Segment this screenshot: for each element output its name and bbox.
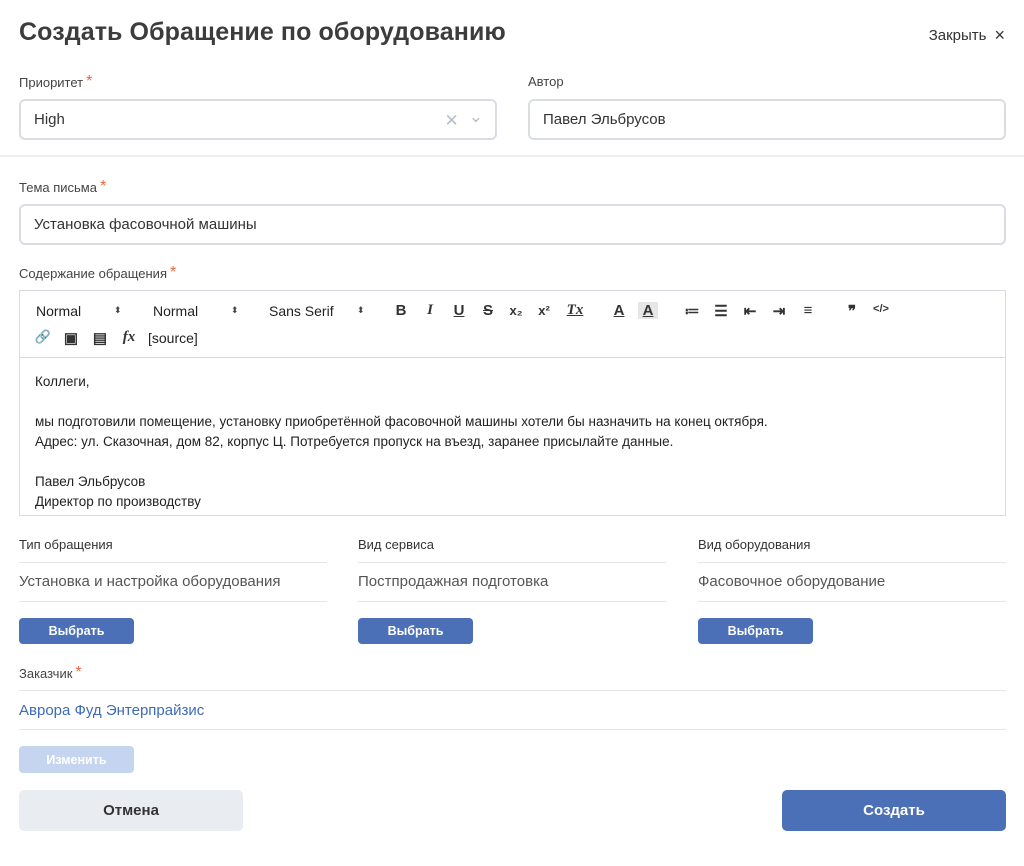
editor-line: Павел Эльбрусов — [35, 474, 146, 489]
align-icon[interactable]: ≡ — [798, 302, 818, 319]
superscript-button[interactable]: x² — [534, 303, 554, 318]
bold-button[interactable]: B — [391, 302, 411, 319]
chevron-down-icon[interactable]: ⌄ — [469, 107, 483, 127]
priority-value: High — [34, 111, 65, 128]
font-dropdown[interactable]: Sans Serif ⬍ — [269, 303, 369, 319]
dialog-title: Создать Обращение по оборудованию — [19, 18, 506, 46]
dropdown-arrow-icon: ⬍ — [114, 305, 122, 315]
author-label: Автор — [528, 74, 564, 89]
indent-icon[interactable]: ⇥ — [769, 302, 789, 320]
request-type-label: Тип обращения — [19, 537, 113, 552]
cancel-button[interactable]: Отмена — [19, 790, 243, 831]
source-button[interactable]: [source] — [148, 330, 198, 346]
divider — [358, 562, 666, 563]
size-dropdown[interactable]: Normal ⬍ — [36, 303, 132, 319]
background-color-icon[interactable]: A — [638, 302, 658, 319]
divider — [698, 601, 1006, 602]
divider — [19, 729, 1006, 730]
subscript-button[interactable]: x₂ — [506, 303, 526, 318]
blockquote-icon[interactable]: ❞ — [842, 302, 862, 320]
required-mark: * — [99, 178, 107, 195]
select-request-type-button[interactable]: Выбрать — [19, 618, 134, 644]
priority-label: Приоритет * — [19, 73, 93, 90]
divider — [19, 601, 327, 602]
required-mark: * — [86, 73, 93, 90]
editor-line: мы подготовили помещение, установку прио… — [35, 414, 768, 429]
divider — [19, 562, 327, 563]
customer-label: Заказчик * — [19, 664, 82, 681]
clean-format-icon[interactable]: Tx — [565, 302, 585, 319]
divider — [19, 690, 1006, 691]
author-value: Павел Эльбрусов — [543, 111, 666, 128]
request-type-value: Установка и настройка оборудования — [19, 573, 281, 590]
required-mark: * — [75, 664, 82, 681]
close-icon: × — [994, 25, 1005, 45]
customer-link[interactable]: Аврора Фуд Энтерпрайзис — [19, 702, 204, 719]
bullet-list-icon[interactable]: ☰ — [711, 302, 731, 320]
service-type-label: Вид сервиса — [358, 537, 434, 552]
editor-line: Адрес: ул. Сказочная, дом 82, корпус Ц. … — [35, 434, 674, 449]
rich-text-editor[interactable]: Normal ⬍ Normal ⬍ Sans Serif ⬍ B I U S x… — [19, 290, 1006, 516]
text-color-icon[interactable]: A — [609, 302, 629, 319]
dropdown-arrow-icon: ⬍ — [231, 305, 239, 315]
subject-label: Тема письма * — [19, 178, 107, 195]
code-icon[interactable]: </> — [871, 303, 891, 315]
close-button[interactable]: Закрыть × — [929, 26, 1005, 44]
underline-button[interactable]: U — [449, 302, 469, 319]
italic-button[interactable]: I — [420, 302, 440, 319]
strike-button[interactable]: S — [478, 302, 498, 319]
priority-select[interactable]: High ✕ ⌄ — [19, 99, 497, 140]
editor-content[interactable]: Коллеги, мы подготовили помещение, устано… — [20, 358, 1005, 526]
editor-line — [35, 452, 990, 472]
close-label: Закрыть — [928, 26, 987, 44]
change-customer-button[interactable]: Изменить — [19, 746, 134, 773]
divider — [698, 562, 1006, 563]
create-button[interactable]: Создать — [782, 790, 1006, 831]
font-value: Sans Serif — [269, 303, 334, 319]
service-type-value: Постпродажная подготовка — [358, 573, 549, 590]
dropdown-arrow-icon: ⬍ — [357, 305, 365, 315]
section-divider — [0, 155, 1024, 157]
formula-icon[interactable]: fx — [119, 329, 139, 346]
size-value: Normal — [36, 303, 82, 319]
equipment-type-value: Фасовочное оборудование — [698, 573, 886, 590]
image-icon[interactable]: ▣ — [61, 329, 81, 347]
body-label: Содержание обращения * — [19, 264, 177, 281]
header-value: Normal — [153, 303, 199, 319]
subject-value: Установка фасовочной машины — [34, 216, 257, 233]
clear-icon[interactable]: ✕ — [445, 111, 459, 131]
editor-toolbar: Normal ⬍ Normal ⬍ Sans Serif ⬍ B I U S x… — [20, 291, 1005, 358]
author-field[interactable]: Павел Эльбрусов — [528, 99, 1006, 140]
required-mark: * — [169, 264, 177, 281]
divider — [358, 601, 666, 602]
subject-input[interactable]: Установка фасовочной машины — [19, 204, 1006, 245]
select-service-type-button[interactable]: Выбрать — [358, 618, 473, 644]
ordered-list-icon[interactable]: ≔ — [682, 302, 702, 320]
editor-line: Директор по производству — [35, 494, 201, 509]
equipment-type-label: Вид оборудования — [698, 537, 811, 552]
video-icon[interactable]: ▤ — [90, 329, 110, 347]
header-dropdown[interactable]: Normal ⬍ — [153, 303, 249, 319]
editor-line — [35, 392, 990, 412]
select-equipment-type-button[interactable]: Выбрать — [698, 618, 813, 644]
editor-line: Коллеги, — [35, 374, 90, 389]
outdent-icon[interactable]: ⇤ — [740, 302, 760, 320]
link-icon[interactable]: 🔗 — [33, 329, 53, 345]
